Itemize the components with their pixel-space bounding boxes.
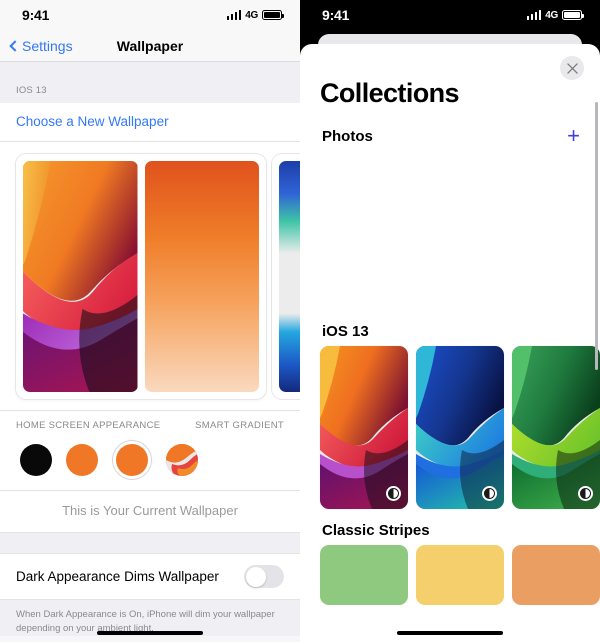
status-time: 9:41 [322,7,350,23]
stripe-orange[interactable] [512,545,600,605]
swatch-orange-solid[interactable] [66,444,98,476]
status-bar-right: 9:41 4G [300,0,600,30]
close-icon[interactable] [560,56,584,80]
collections-sheet: Collections Photos + iOS 13 Classic Stri… [300,44,600,642]
sheet-title-wrap: Collections [300,44,600,109]
network-label: 4G [545,9,558,21]
dark-appearance-dims-label: Dark Appearance Dims Wallpaper [16,569,219,584]
network-label: 4G [245,9,258,21]
stripe-green[interactable] [320,545,408,605]
section-title-ios13: iOS 13 [322,323,369,340]
right-phone-collections-sheet: 9:41 4G Collections Photos + iOS 13 Clas… [300,0,600,642]
ios13-orange-wallpaper[interactable] [320,346,408,509]
stripe-yellow[interactable] [416,545,504,605]
status-indicators: 4G [526,9,584,21]
photos-row[interactable]: Photos + [300,109,600,147]
status-bar-left: 9:41 4G [0,0,300,30]
vertical-scrollbar[interactable] [595,102,598,370]
appearance-labels: HOME SCREEN APPEARANCE SMART GRADIENT [16,420,284,431]
appearance-swatches [16,440,284,480]
back-button-label: Settings [22,37,73,54]
ios13-green-wallpaper[interactable] [512,346,600,509]
swatch-orange-selected[interactable] [112,440,152,480]
lock-screen-preview [23,161,138,392]
dark-mode-badge-icon [578,486,593,501]
swatch-black[interactable] [20,444,52,476]
ios13-blue-wallpaper[interactable] [416,346,504,509]
section-header-label: IOS 13 [16,85,47,96]
left-phone-settings-wallpaper: 9:41 4G Settings Wallpaper IOS 13 Choose… [0,0,300,642]
next-wallpaper-thumb [279,161,300,392]
dark-appearance-dims-toggle[interactable] [244,565,284,588]
collections-title: Collections [320,78,460,108]
signal-icon [226,10,242,20]
navigation-bar: Settings Wallpaper [0,30,300,62]
choose-new-wallpaper-row[interactable]: Choose a New Wallpaper [0,103,300,142]
section-gap [0,532,300,554]
dual-phone-screenshot: 9:41 4G Settings Wallpaper IOS 13 Choose… [0,0,600,642]
battery-icon [562,10,584,20]
home-indicator-left [0,631,300,635]
dark-appearance-dims-row[interactable]: Dark Appearance Dims Wallpaper [0,554,300,599]
swatch-gradient-preview[interactable] [166,444,198,476]
home-screen-appearance-section: HOME SCREEN APPEARANCE SMART GRADIENT [0,410,300,490]
add-photo-icon[interactable]: + [567,125,580,147]
current-wallpaper-text: This is Your Current Wallpaper [62,503,238,518]
section-header-ios13: IOS 13 [0,62,300,103]
back-button-settings[interactable]: Settings [0,38,73,54]
next-wallpaper-peek[interactable] [272,154,300,399]
battery-icon [262,10,284,20]
ios13-thumbnail-row [300,346,600,509]
smart-gradient-label: SMART GRADIENT [195,420,284,431]
dark-mode-badge-icon [386,486,401,501]
home-screen-preview [144,161,259,392]
status-time: 9:41 [22,7,50,23]
section-header-classic-stripes: Classic Stripes [300,509,600,545]
photos-empty-area [300,147,600,323]
photos-label: Photos [322,127,373,145]
section-title-classic-stripes: Classic Stripes [322,522,430,539]
current-wallpaper-caption: This is Your Current Wallpaper [0,490,300,532]
choose-new-wallpaper-label: Choose a New Wallpaper [16,114,169,129]
signal-icon [526,10,542,20]
dark-mode-badge-icon [482,486,497,501]
wallpaper-preview-stage [0,142,300,410]
toggle-knob [245,566,266,587]
home-screen-appearance-label: HOME SCREEN APPEARANCE [16,420,161,431]
close-glyph [566,62,578,74]
home-indicator-right [300,631,600,635]
status-indicators: 4G [226,9,284,21]
chevron-left-icon [9,39,21,52]
section-header-ios13: iOS 13 [300,323,600,346]
classic-stripes-row [300,545,600,605]
current-wallpaper-card[interactable] [16,154,266,399]
